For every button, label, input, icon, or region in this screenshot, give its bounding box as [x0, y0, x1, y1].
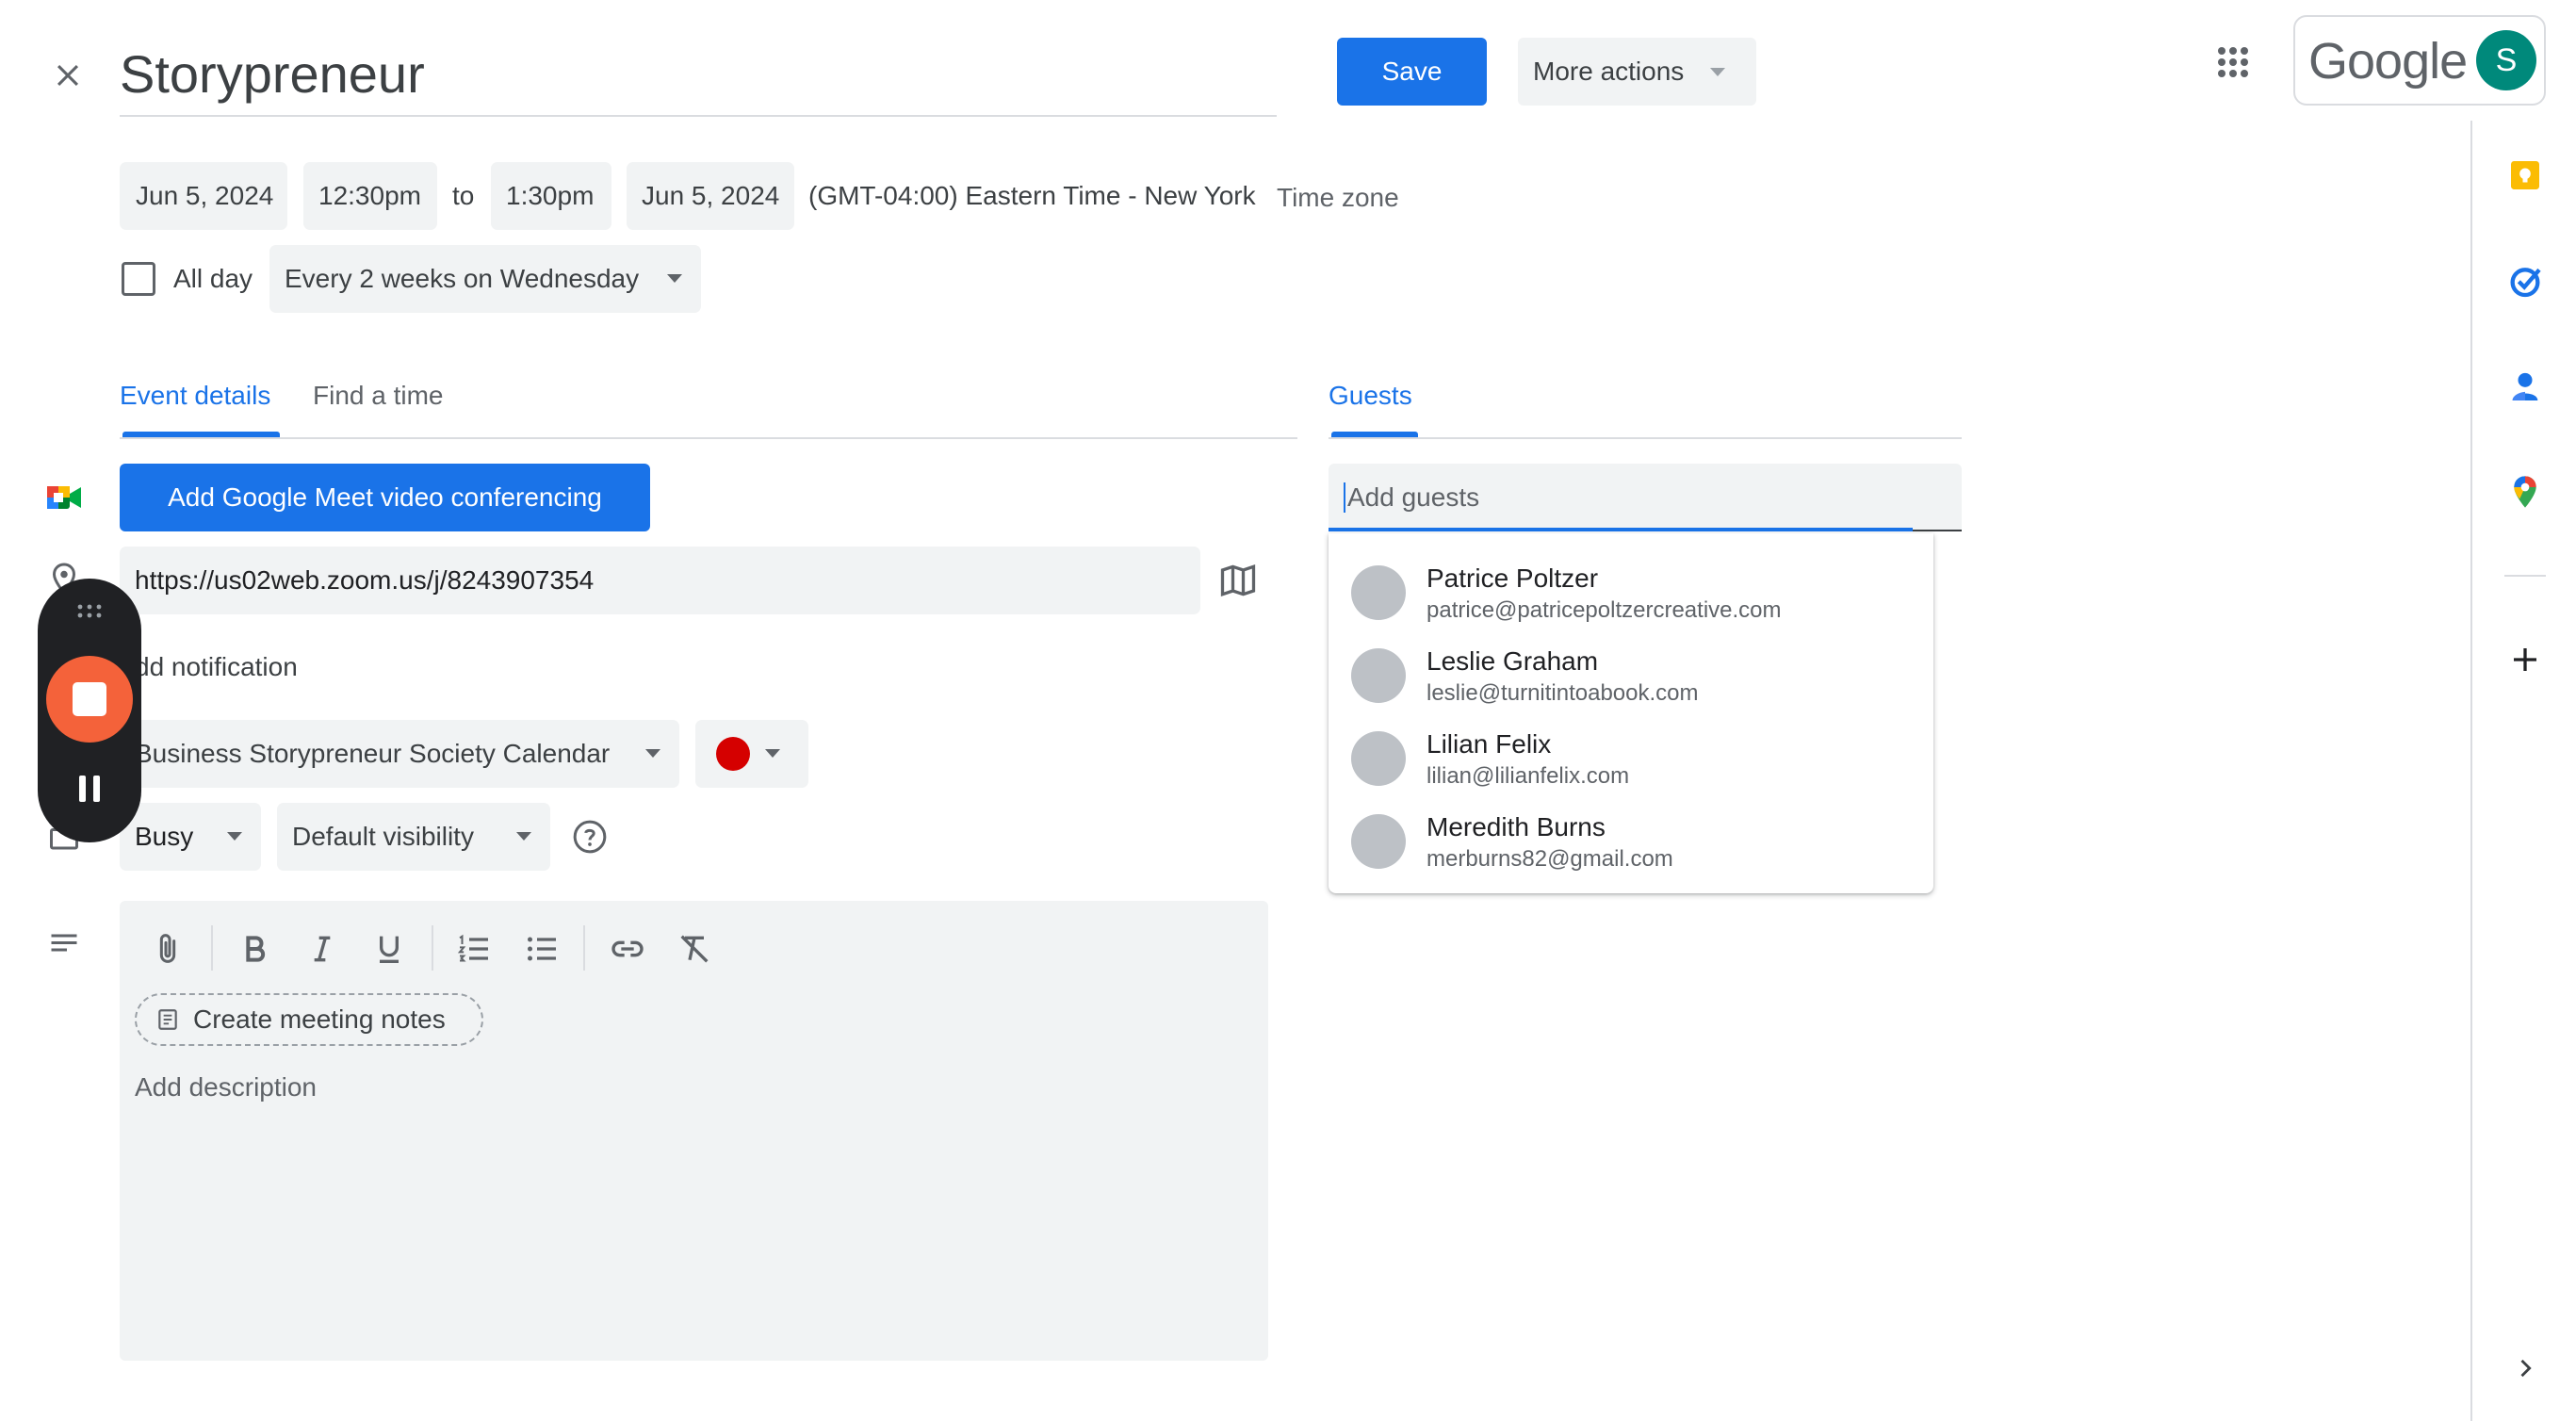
guest-suggestions-dropdown: Patrice Poltzer patrice@patricepoltzercr… [1329, 533, 1933, 893]
chevron-right-icon[interactable] [2503, 1346, 2548, 1391]
help-icon [573, 820, 607, 854]
all-day-checkbox[interactable] [122, 262, 155, 296]
italic-icon [314, 936, 331, 962]
underline-button[interactable] [366, 925, 413, 972]
notes-icon [158, 1009, 177, 1030]
create-meeting-notes-button[interactable]: Create meeting notes [135, 993, 483, 1046]
toolbar-divider [432, 925, 433, 971]
event-color-select[interactable] [695, 720, 808, 788]
color-dot [716, 737, 750, 771]
avatar [1351, 731, 1406, 786]
avatar [1351, 648, 1406, 703]
add-guests-input[interactable]: Add guests [1329, 464, 1962, 531]
text-cursor [1344, 482, 1345, 513]
side-panel [2470, 121, 2576, 1421]
start-date-chip[interactable]: Jun 5, 2024 [120, 162, 287, 230]
google-logo: Google [2308, 33, 2468, 90]
paperclip-icon [159, 934, 176, 963]
visibility-select[interactable]: Default visibility [277, 803, 550, 871]
chevron-down-icon [516, 832, 531, 841]
apps-grid-icon [2218, 47, 2248, 77]
avatar [1351, 565, 1406, 620]
guest-suggestion[interactable]: Lilian Felix lilian@lilianfelix.com [1329, 716, 1933, 799]
clear-format-icon [680, 935, 709, 963]
title-input[interactable]: Storypreneur [120, 38, 1277, 117]
pause-button[interactable] [70, 769, 109, 808]
more-actions-button[interactable]: More actions [1518, 38, 1756, 106]
guest-suggestion[interactable]: Meredith Burns merburns82@gmail.com [1329, 799, 1933, 882]
tab-event-details[interactable]: Event details [120, 381, 270, 437]
tab-find-a-time[interactable]: Find a time [313, 381, 444, 437]
tasks-icon[interactable] [2503, 258, 2548, 303]
attach-button[interactable] [144, 925, 191, 972]
avatar: S [2476, 30, 2536, 90]
tab-active-indicator [122, 432, 280, 437]
google-meet-icon [45, 479, 83, 516]
guests-divider [1329, 437, 1962, 439]
guest-suggestion[interactable]: Patrice Poltzer patrice@patricepoltzercr… [1329, 550, 1933, 633]
account-chip[interactable]: Google S [2293, 15, 2546, 106]
bullet-list-icon [528, 937, 556, 961]
chevron-down-icon [765, 749, 780, 758]
close-button[interactable] [47, 55, 89, 96]
recorder-widget[interactable] [38, 579, 141, 842]
save-button[interactable]: Save [1337, 38, 1487, 106]
bold-button[interactable] [231, 925, 278, 972]
avatar [1351, 814, 1406, 869]
apps-grid-button[interactable] [2210, 40, 2256, 85]
drag-handle-icon[interactable] [74, 601, 105, 620]
calendar-select[interactable]: Business Storypreneur Society Calendar [120, 720, 679, 788]
chevron-down-icon [667, 274, 682, 283]
timezone-link[interactable]: Time zone [1277, 183, 1399, 213]
toolbar-divider [211, 925, 213, 971]
contacts-icon[interactable] [2503, 364, 2548, 409]
location-input[interactable]: https://us02web.zoom.us/j/8243907354 [120, 547, 1200, 614]
pause-icon [79, 776, 100, 802]
side-panel-divider [2504, 575, 2546, 577]
add-icon[interactable] [2503, 637, 2548, 682]
tab-guests[interactable]: Guests [1329, 381, 1412, 437]
input-focus-underline [1329, 528, 1913, 531]
start-time-chip[interactable]: 12:30pm [303, 162, 437, 230]
availability-select[interactable]: Busy [120, 803, 261, 871]
add-notification-link[interactable]: dd notification [135, 652, 298, 682]
link-icon [611, 940, 644, 957]
close-icon [57, 64, 79, 87]
underline-icon [380, 936, 399, 963]
bullet-list-button[interactable] [518, 925, 565, 972]
add-meet-button[interactable]: Add Google Meet video conferencing [120, 464, 650, 531]
tabs-divider [120, 437, 1297, 439]
guest-suggestion[interactable]: Leslie Graham leslie@turnitintoabook.com [1329, 633, 1933, 716]
map-button[interactable] [1217, 560, 1259, 601]
event-title: Storypreneur [120, 44, 425, 104]
map-icon [1220, 564, 1256, 596]
toolbar-divider [583, 925, 585, 971]
italic-button[interactable] [299, 925, 346, 972]
chevron-down-icon [227, 832, 242, 841]
recurrence-select[interactable]: Every 2 weeks on Wednesday [269, 245, 701, 313]
bold-icon [246, 936, 266, 962]
chevron-down-icon [1710, 67, 1726, 76]
chevron-down-icon [645, 749, 660, 758]
description-placeholder: Add description [135, 1072, 318, 1102]
stop-recording-button[interactable] [46, 656, 133, 743]
link-button[interactable] [604, 925, 651, 972]
description-icon [47, 927, 81, 961]
stop-icon [73, 682, 106, 716]
numbered-list-button[interactable] [450, 925, 497, 972]
maps-icon[interactable] [2503, 469, 2548, 514]
end-time-chip[interactable]: 1:30pm [491, 162, 611, 230]
help-button[interactable] [571, 818, 609, 856]
end-date-chip[interactable]: Jun 5, 2024 [627, 162, 794, 230]
all-day-label: All day [173, 264, 253, 293]
keep-icon[interactable] [2503, 153, 2548, 198]
numbered-list-icon [457, 934, 488, 962]
guests-tab-indicator [1331, 432, 1418, 437]
timezone-text: (GMT-04:00) Eastern Time - New York [808, 181, 1256, 210]
to-label: to [452, 181, 475, 210]
clear-format-button[interactable] [671, 925, 718, 972]
